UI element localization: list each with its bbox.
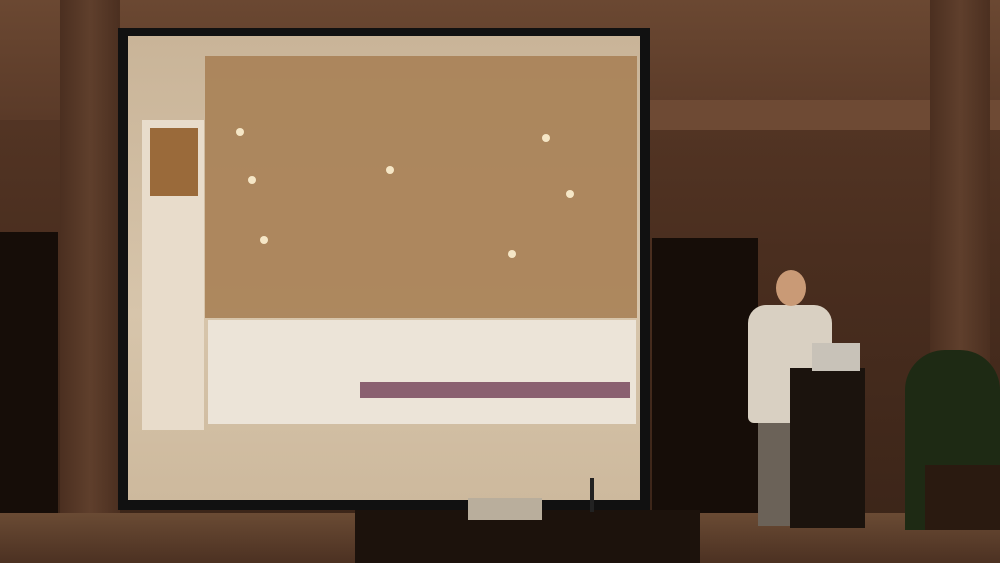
- projected-node-dot: [508, 250, 516, 258]
- laptop: [812, 343, 860, 371]
- projected-timeline-bar: [360, 382, 630, 398]
- table-mic-stand: [590, 478, 594, 512]
- projected-node-dot: [260, 236, 268, 244]
- projected-node-dot: [566, 190, 574, 198]
- projected-thumbnail: [150, 128, 198, 196]
- projected-app-window: [205, 56, 637, 318]
- doorway-left: [0, 232, 58, 522]
- speaker-head: [776, 270, 806, 306]
- presentation-photo: [0, 0, 1000, 563]
- pilaster-left: [60, 0, 120, 563]
- projected-panel: [208, 320, 636, 424]
- projected-node-dot: [248, 176, 256, 184]
- plant-pot: [925, 465, 1000, 530]
- lectern: [790, 368, 865, 528]
- projected-node-dot: [236, 128, 244, 136]
- projected-node-dot: [386, 166, 394, 174]
- doorway-right: [652, 238, 758, 514]
- projector: [468, 498, 542, 520]
- projected-node-dot: [542, 134, 550, 142]
